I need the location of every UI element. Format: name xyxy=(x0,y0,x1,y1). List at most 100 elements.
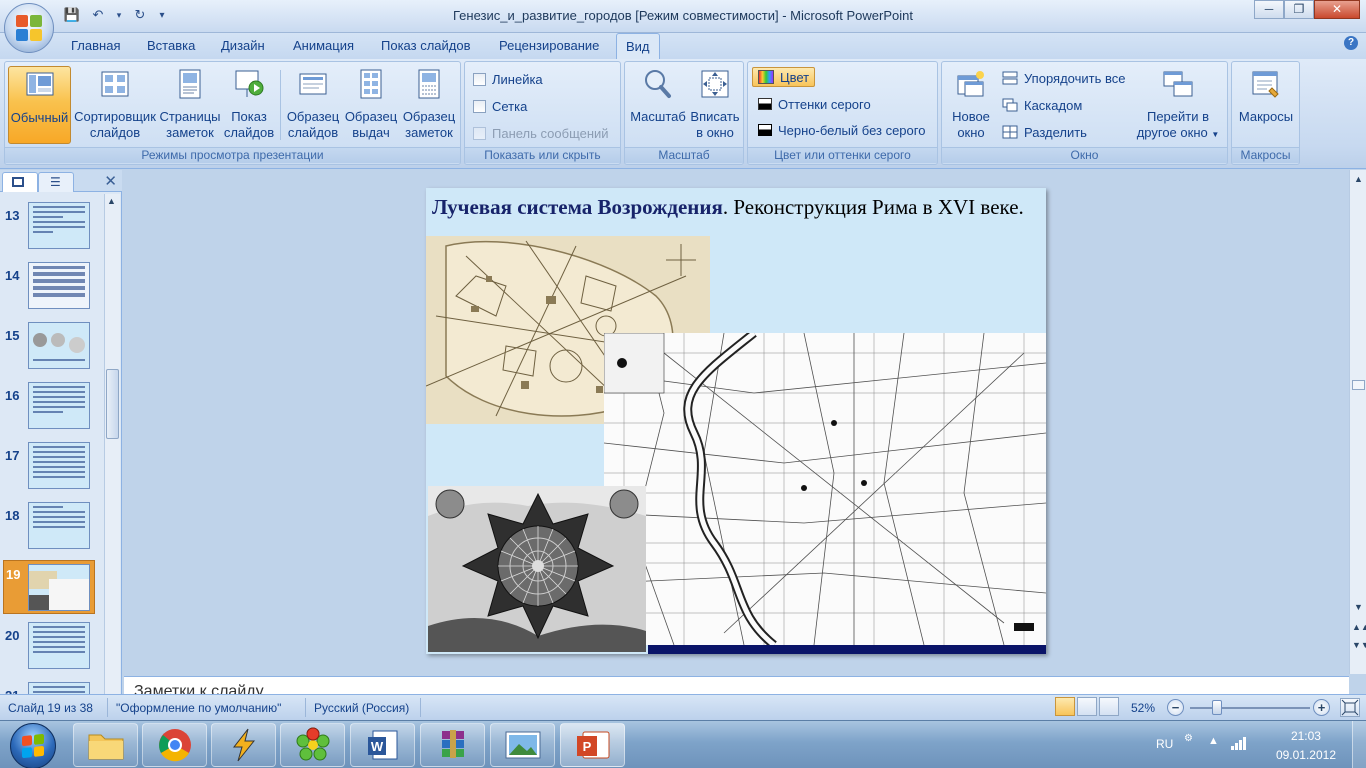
windows-logo-icon xyxy=(22,733,44,759)
fit-to-window-button[interactable]: Вписать в окно xyxy=(688,66,742,144)
zoom-slider-handle[interactable] xyxy=(1212,700,1222,715)
taskbar-powerpoint[interactable]: P xyxy=(560,723,625,767)
grid-checkbox[interactable]: Сетка xyxy=(473,96,527,116)
word-icon: W xyxy=(367,730,397,760)
current-slide[interactable]: Лучевая система Возрождения. Реконструкц… xyxy=(426,188,1046,654)
black-white-button[interactable]: Черно-белый без серого xyxy=(758,120,925,140)
tab-design[interactable]: Дизайн xyxy=(221,38,265,53)
office-button[interactable] xyxy=(4,3,54,53)
switch-window-button[interactable]: Перейти в другое окно ▼ xyxy=(1132,66,1224,144)
maximize-button[interactable]: ❐ xyxy=(1284,0,1314,19)
slide-thumb-15[interactable]: 15 xyxy=(0,322,100,378)
cascade-button[interactable]: Каскадом xyxy=(1002,95,1082,115)
notes-master-button[interactable]: Образец заметок xyxy=(400,66,458,144)
show-desktop-button[interactable] xyxy=(1352,721,1366,768)
zoom-in-button[interactable]: + xyxy=(1313,699,1330,716)
taskbar-chrome[interactable] xyxy=(142,723,207,767)
slide-title-rest: . Реконструкция Рима в XVI веке. xyxy=(722,195,1024,219)
help-icon[interactable]: ? xyxy=(1344,36,1358,50)
zoom-button[interactable]: Масштаб xyxy=(628,66,688,144)
message-bar-checkbox[interactable]: Панель сообщений xyxy=(473,123,609,143)
language-status[interactable]: Русский (Россия) xyxy=(314,701,409,715)
rome-map-image[interactable] xyxy=(604,333,1046,645)
normal-view-shortcut[interactable] xyxy=(1055,697,1075,716)
notes-pane[interactable]: Заметки к слайду xyxy=(124,676,1349,694)
tab-review[interactable]: Рецензирование xyxy=(499,38,599,53)
zoom-out-button[interactable]: − xyxy=(1167,699,1184,716)
slide-thumb-13[interactable]: 13 xyxy=(0,202,100,258)
slide-master-button[interactable]: Образец слайдов xyxy=(284,66,342,144)
slide-title[interactable]: Лучевая система Возрождения. Реконструкц… xyxy=(432,195,1024,220)
zoom-slider-track[interactable] xyxy=(1190,707,1310,709)
slides-pane-scroll-thumb[interactable] xyxy=(106,369,119,439)
taskbar-explorer[interactable] xyxy=(73,723,138,767)
tab-view[interactable]: Вид xyxy=(616,33,660,60)
arrange-all-button[interactable]: Упорядочить все xyxy=(1002,68,1125,88)
scroll-up-icon[interactable]: ▲ xyxy=(107,196,116,206)
split-button[interactable]: Разделить xyxy=(1002,122,1087,142)
taskbar-word[interactable]: W xyxy=(350,723,415,767)
show-hidden-icons[interactable]: ▲ xyxy=(1208,735,1219,747)
slide-thumb-16[interactable]: 16 xyxy=(0,382,100,438)
slide-number: 13 xyxy=(5,208,20,223)
zoom-level[interactable]: 52% xyxy=(1131,701,1155,715)
slide-sorter-label-2: слайдов xyxy=(89,125,141,140)
start-button[interactable] xyxy=(10,723,56,768)
fit-slide-icon xyxy=(1341,699,1359,716)
theme-name[interactable]: "Оформление по умолчанию" xyxy=(116,701,281,715)
new-window-button[interactable]: Новое окно xyxy=(945,66,997,144)
tray-settings-icon[interactable]: ⚙ xyxy=(1184,733,1193,744)
vertical-scrollbar[interactable]: ▲ ▼ ▲▲ ▼▼ xyxy=(1349,170,1366,674)
scroll-down-icon[interactable]: ▼ xyxy=(1352,602,1365,612)
slide-thumb-17[interactable]: 17 xyxy=(0,442,100,498)
svg-text:P: P xyxy=(582,739,591,754)
office-logo-icon xyxy=(16,15,42,41)
tab-slideshow[interactable]: Показ слайдов xyxy=(381,38,471,53)
split-icon xyxy=(1002,125,1018,139)
slide-show-shortcut[interactable] xyxy=(1099,697,1119,716)
scroll-up-icon[interactable]: ▲ xyxy=(1352,174,1365,184)
minimize-button[interactable]: ─ xyxy=(1254,0,1284,19)
slide-show-button[interactable]: Показ слайдов xyxy=(222,66,276,144)
macros-button[interactable]: Макросы xyxy=(1235,66,1297,144)
fit-slide-button[interactable] xyxy=(1340,698,1360,717)
next-slide-icon[interactable]: ▼▼ xyxy=(1352,640,1366,650)
taskbar-icq[interactable] xyxy=(280,723,345,767)
close-button[interactable]: ✕ xyxy=(1314,0,1360,19)
handout-master-button[interactable]: Образец выдач xyxy=(342,66,400,144)
tab-animation[interactable]: Анимация xyxy=(293,38,354,53)
network-icon[interactable] xyxy=(1230,735,1248,754)
group-label-show-hide: Показать или скрыть xyxy=(465,147,620,163)
outline-tab[interactable]: ☰ xyxy=(38,172,74,192)
slide-editing-area[interactable]: Лучевая система Возрождения. Реконструкц… xyxy=(124,170,1349,674)
notes-text[interactable]: Заметки к слайду xyxy=(134,683,264,694)
taskbar-winamp[interactable] xyxy=(211,723,276,767)
slides-tab[interactable] xyxy=(2,172,38,192)
slides-pane-scrollbar[interactable]: ▲ xyxy=(104,194,120,694)
window-title: Генезис_и_развитие_городов [Режим совмес… xyxy=(453,8,913,23)
notes-page-button[interactable]: Страницы заметок xyxy=(159,66,221,144)
taskbar-winrar[interactable] xyxy=(420,723,485,767)
slide-thumb-21[interactable]: 21 xyxy=(0,682,100,694)
normal-view-button[interactable]: Обычный xyxy=(8,66,71,144)
picture-icon xyxy=(505,731,540,759)
grayscale-button[interactable]: Оттенки серого xyxy=(758,94,871,114)
clock[interactable]: 21:03 09.01.2012 xyxy=(1276,727,1336,765)
previous-slide-icon[interactable]: ▲▲ xyxy=(1352,622,1366,632)
tab-insert[interactable]: Вставка xyxy=(147,38,195,53)
vertical-scroll-thumb[interactable] xyxy=(1352,380,1365,390)
star-fortress-image[interactable] xyxy=(428,486,646,652)
ruler-checkbox[interactable]: Линейка xyxy=(473,69,543,89)
color-button[interactable]: Цвет xyxy=(752,67,816,87)
slide-thumb-19[interactable]: 19 xyxy=(3,560,95,614)
input-language[interactable]: RU xyxy=(1156,737,1173,751)
taskbar-photo-viewer[interactable] xyxy=(490,723,555,767)
tab-home[interactable]: Главная xyxy=(71,38,120,53)
slide-sorter-shortcut[interactable] xyxy=(1077,697,1097,716)
slide-thumb-14[interactable]: 14 xyxy=(0,262,100,318)
slide-sorter-button[interactable]: Сортировщик слайдов xyxy=(72,66,158,144)
grayscale-label: Оттенки серого xyxy=(778,96,871,112)
slide-thumb-20[interactable]: 20 xyxy=(0,622,100,678)
close-icon[interactable]: ✕ xyxy=(104,172,117,190)
slide-thumb-18[interactable]: 18 xyxy=(0,502,100,558)
